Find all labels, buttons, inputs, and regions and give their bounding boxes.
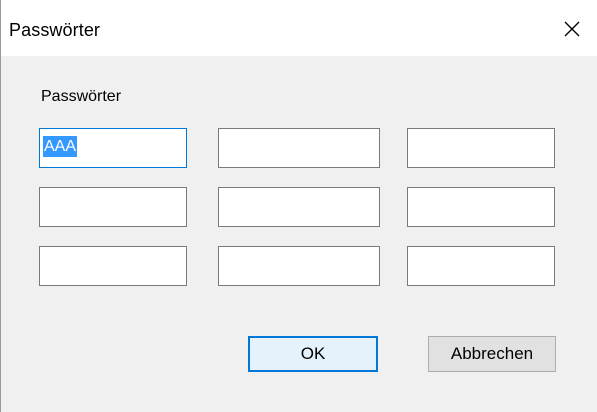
window-title: Passwörter [9,20,101,40]
password-field-1[interactable] [39,128,187,168]
password-dialog: Passwörter Passwörter AAA OK Abbrechen [0,0,597,412]
password-field-9[interactable] [407,246,555,286]
password-field-8[interactable] [218,246,380,286]
close-icon [564,21,580,37]
password-field-6[interactable] [407,187,555,227]
title-bar: Passwörter [1,0,597,56]
password-field-5[interactable] [218,187,380,227]
password-field-3[interactable] [407,128,555,168]
password-field-4[interactable] [39,187,187,227]
close-button[interactable] [557,14,587,44]
password-field-2[interactable] [218,128,380,168]
cancel-button[interactable]: Abbrechen [428,336,556,372]
ok-button[interactable]: OK [248,336,378,372]
password-field-7[interactable] [39,246,187,286]
passwords-label: Passwörter [41,88,122,105]
